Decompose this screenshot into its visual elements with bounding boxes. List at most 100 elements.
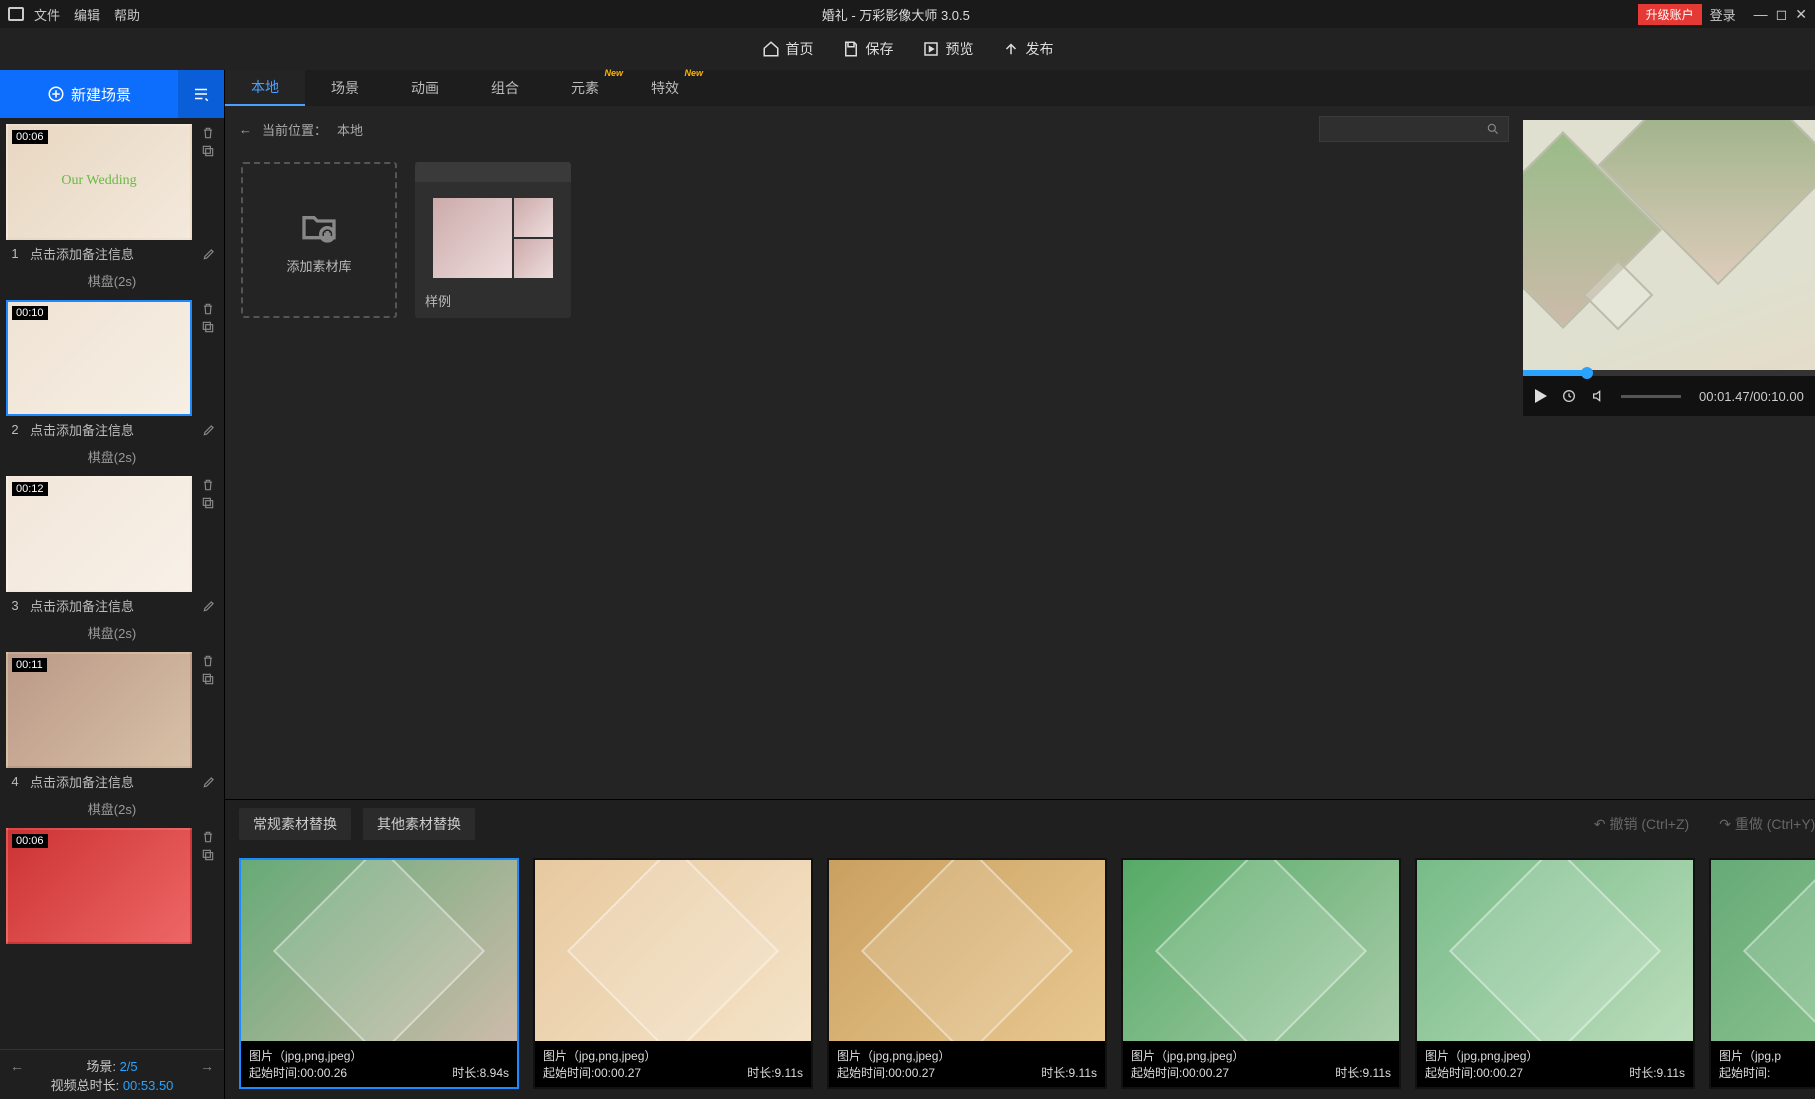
scene-list-toggle[interactable]	[178, 70, 224, 118]
sample-library-card[interactable]: 样例	[415, 162, 571, 318]
clip-1[interactable]: 图片（jpg,png,jpeg） 起始时间:00:00.27 时长:9.11s	[533, 858, 813, 1089]
scene-list[interactable]: 00:06 Our Wedding 1 点击添加备注信息 棋盘(2s) 00:1…	[0, 118, 224, 1049]
play-icon[interactable]	[1535, 389, 1547, 403]
copy-icon[interactable]	[201, 848, 215, 862]
login-button[interactable]: 登录	[1710, 5, 1736, 24]
close-icon[interactable]: ✕	[1795, 6, 1807, 23]
scene-thumb-3[interactable]: 00:12	[6, 476, 192, 592]
upgrade-button[interactable]: 升级账户	[1638, 4, 1702, 25]
clip-start: 起始时间:00:00.27	[1425, 1064, 1523, 1081]
menu-edit[interactable]: 编辑	[74, 5, 100, 24]
scene-index: 3	[8, 598, 22, 613]
new-badge: New	[604, 68, 623, 78]
scene-thumb-2[interactable]: 00:10	[6, 300, 192, 416]
list-icon	[192, 85, 210, 103]
delete-icon[interactable]	[201, 830, 215, 844]
scene-thumb-5[interactable]: 00:06	[6, 828, 192, 944]
scene-count-value: 2/5	[120, 1059, 138, 1074]
next-scene-icon[interactable]: →	[200, 1058, 214, 1074]
preview-seek-bar[interactable]	[1523, 370, 1815, 376]
transition-label[interactable]: 棋盘(2s)	[6, 267, 218, 294]
back-icon[interactable]: ←	[239, 122, 252, 137]
menu-file[interactable]: 文件	[34, 5, 60, 24]
app-title: 婚礼 - 万彩影像大师 3.0.5	[154, 5, 1638, 24]
add-library-card[interactable]: 添加素材库	[241, 162, 397, 318]
scene-caption[interactable]: 点击添加备注信息	[30, 244, 134, 263]
transition-label[interactable]: 棋盘(2s)	[6, 443, 218, 470]
delete-icon[interactable]	[201, 478, 215, 492]
toolbar-save[interactable]: 保存	[842, 39, 894, 59]
clip-2[interactable]: 图片（jpg,png,jpeg） 起始时间:00:00.27 时长:9.11s	[827, 858, 1107, 1089]
toolbar-preview[interactable]: 预览	[922, 39, 974, 59]
tab-5[interactable]: 特效New	[625, 70, 705, 106]
edit-icon[interactable]	[202, 775, 216, 789]
preview-icon	[922, 40, 940, 58]
copy-icon[interactable]	[201, 320, 215, 334]
breadcrumb: ← 当前位置： 本地	[225, 106, 1523, 152]
scene-caption[interactable]: 点击添加备注信息	[30, 596, 134, 615]
maximize-icon[interactable]: ◻	[1776, 6, 1788, 23]
scene-footer: ← → 场景: 2/5 视频总时长: 00:53.50	[0, 1049, 224, 1099]
clip-strip[interactable]: 图片（jpg,png,jpeg） 起始时间:00:00.26 时长:8.94s …	[225, 848, 1815, 1099]
clip-thumb	[1417, 860, 1693, 1041]
tab-0[interactable]: 本地	[225, 70, 305, 106]
tab-2[interactable]: 动画	[385, 70, 465, 106]
toolbar-save-label: 保存	[866, 39, 894, 59]
edit-icon[interactable]	[202, 247, 216, 261]
scene-time: 00:10	[12, 306, 48, 320]
delete-icon[interactable]	[201, 654, 215, 668]
clip-thumb	[241, 860, 517, 1041]
menu-help[interactable]: 帮助	[114, 5, 140, 24]
titlebar: 文件 编辑 帮助 婚礼 - 万彩影像大师 3.0.5 升级账户 登录 — ◻ ✕	[0, 0, 1815, 28]
search-icon	[1486, 122, 1500, 136]
scene-thumb-1[interactable]: 00:06 Our Wedding	[6, 124, 192, 240]
minimize-icon[interactable]: —	[1754, 6, 1768, 22]
volume-slider[interactable]	[1621, 395, 1681, 398]
preview-time: 00:01.47/00:10.00	[1699, 389, 1804, 404]
toolbar-publish[interactable]: 发布	[1002, 39, 1054, 59]
tab-1[interactable]: 场景	[305, 70, 385, 106]
toolbar-publish-label: 发布	[1026, 39, 1054, 59]
tab-other-replace[interactable]: 其他素材替换	[363, 808, 475, 840]
clip-3[interactable]: 图片（jpg,png,jpeg） 起始时间:00:00.27 时长:9.11s	[1121, 858, 1401, 1089]
loop-icon[interactable]	[1561, 388, 1577, 404]
preview-canvas[interactable]	[1523, 120, 1815, 370]
clip-thumb	[535, 860, 811, 1041]
clip-4[interactable]: 图片（jpg,png,jpeg） 起始时间:00:00.27 时长:9.11s	[1415, 858, 1695, 1089]
scene-caption[interactable]: 点击添加备注信息	[30, 772, 134, 791]
new-scene-button[interactable]: 新建场景	[0, 70, 178, 118]
scene-count-label: 场景:	[86, 1059, 116, 1074]
clip-0[interactable]: 图片（jpg,png,jpeg） 起始时间:00:00.26 时长:8.94s	[239, 858, 519, 1089]
transition-label[interactable]: 棋盘(2s)	[6, 795, 218, 822]
asset-tabs: 本地场景动画组合元素New特效New	[225, 70, 1815, 106]
search-input[interactable]	[1319, 116, 1509, 142]
tab-3[interactable]: 组合	[465, 70, 545, 106]
edit-icon[interactable]	[202, 423, 216, 437]
copy-icon[interactable]	[201, 672, 215, 686]
copy-icon[interactable]	[201, 496, 215, 510]
prev-scene-icon[interactable]: ←	[10, 1058, 24, 1074]
toolbar-preview-label: 预览	[946, 39, 974, 59]
total-duration-value: 00:53.50	[123, 1078, 174, 1093]
tab-regular-replace[interactable]: 常规素材替换	[239, 808, 351, 840]
clip-title: 图片（jpg,png,jpeg）	[249, 1047, 509, 1064]
scene-caption[interactable]: 点击添加备注信息	[30, 420, 134, 439]
location-label: 当前位置：	[262, 120, 327, 139]
transition-label[interactable]: 棋盘(2s)	[6, 619, 218, 646]
toolbar-home[interactable]: 首页	[762, 39, 814, 59]
clip-5[interactable]: 图片（jpg,p 起始时间:	[1709, 858, 1815, 1089]
tab-4[interactable]: 元素New	[545, 70, 625, 106]
delete-icon[interactable]	[201, 302, 215, 316]
folder-add-icon	[299, 206, 339, 246]
location-value: 本地	[337, 120, 363, 139]
delete-icon[interactable]	[201, 126, 215, 140]
folder-tab-icon	[415, 162, 571, 182]
clip-start: 起始时间:00:00.27	[1131, 1064, 1229, 1081]
volume-icon[interactable]	[1591, 388, 1607, 404]
undo-button: ↶ 撤销 (Ctrl+Z)	[1594, 814, 1689, 834]
copy-icon[interactable]	[201, 144, 215, 158]
scene-thumb-4[interactable]: 00:11	[6, 652, 192, 768]
sample-library-label: 样例	[415, 291, 451, 318]
home-icon	[762, 40, 780, 58]
edit-icon[interactable]	[202, 599, 216, 613]
